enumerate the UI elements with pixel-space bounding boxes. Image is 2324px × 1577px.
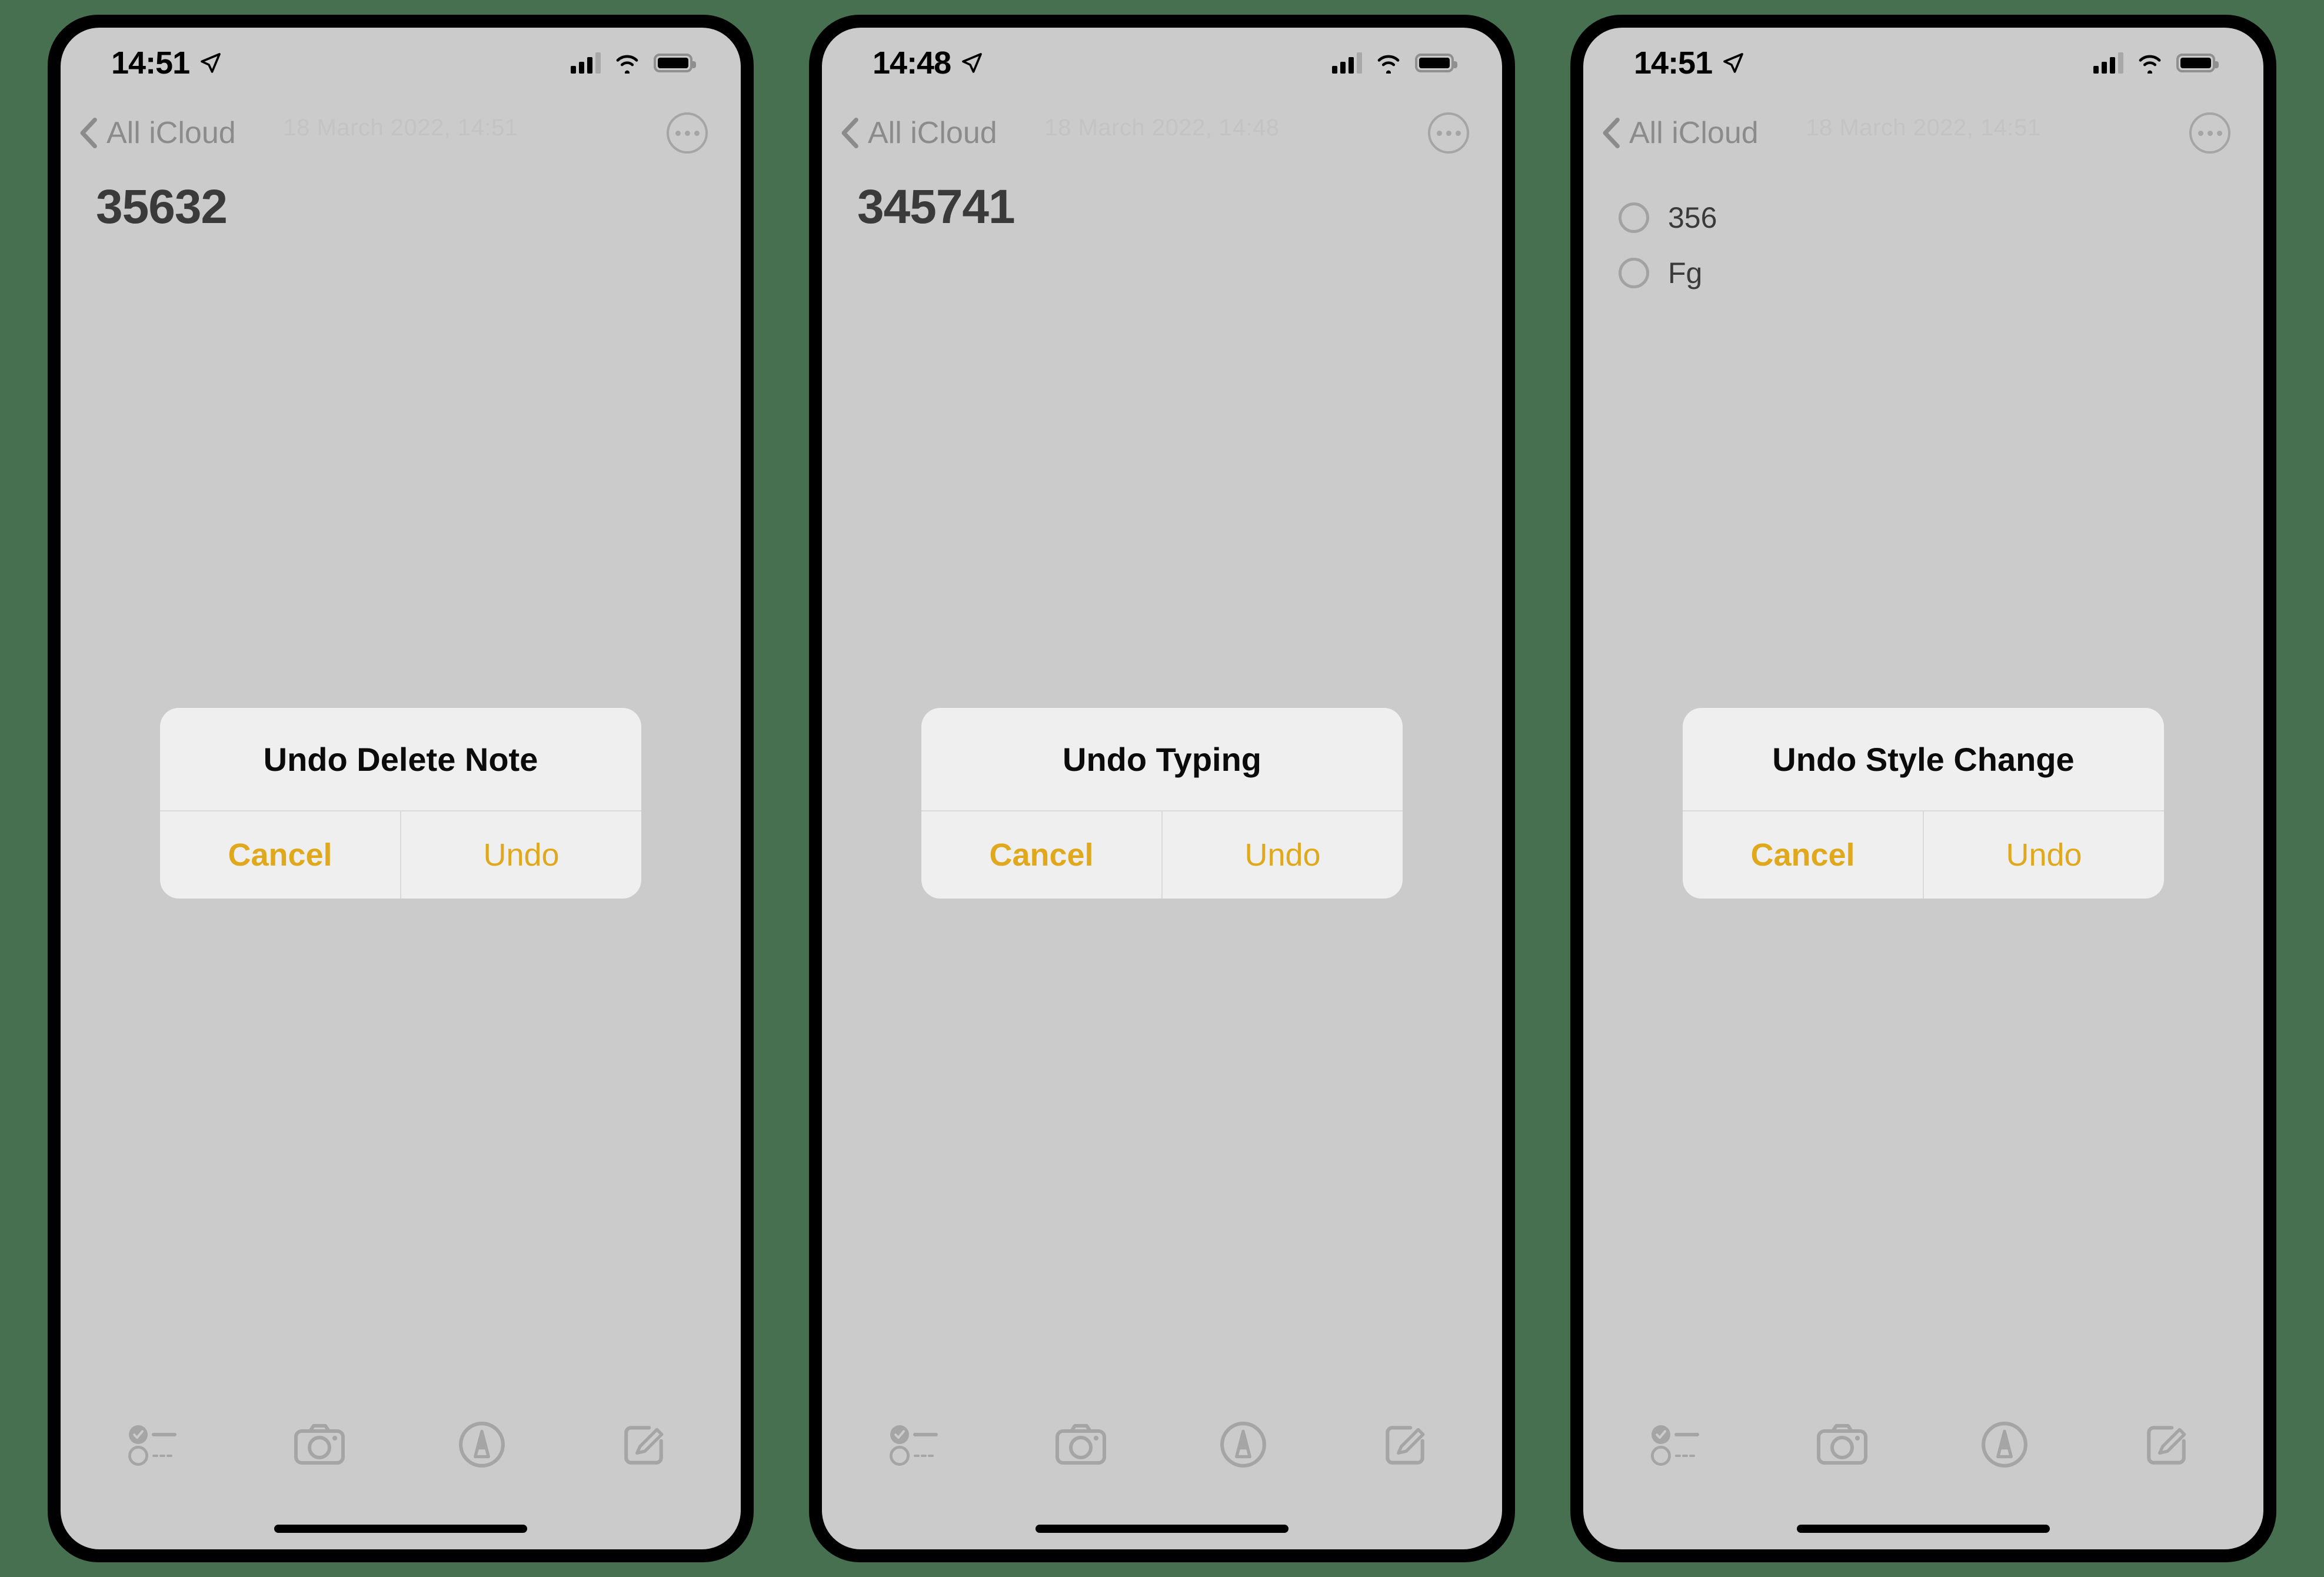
undo-dialog-actions: Cancel Undo <box>921 811 1403 899</box>
undo-dialog: Undo Typing Cancel Undo <box>921 708 1403 899</box>
compose-icon[interactable] <box>1361 1409 1450 1480</box>
phone-screen-1: 14:51 18 March 2022, 14:51 All iCloud 35… <box>61 28 741 1549</box>
home-indicator <box>1797 1525 2050 1533</box>
phone-frame-3: 14:51 18 March 2022, 14:51 All iCloud 35… <box>1570 15 2276 1562</box>
camera-icon[interactable] <box>275 1409 364 1480</box>
checklist-icon[interactable] <box>113 1409 201 1480</box>
undo-dialog-title: Undo Typing <box>1063 740 1261 778</box>
undo-dialog-title: Undo Delete Note <box>263 740 538 778</box>
undo-button[interactable]: Undo <box>1923 811 2164 899</box>
undo-button[interactable]: Undo <box>400 811 641 899</box>
cancel-button[interactable]: Cancel <box>921 811 1161 899</box>
undo-dialog-layer: Undo Delete Note Cancel Undo <box>61 28 741 1549</box>
phone-frame-2: 14:48 18 March 2022, 14:48 All iCloud 34… <box>809 15 1515 1562</box>
undo-dialog-header: Undo Typing <box>921 708 1403 811</box>
checklist-icon[interactable] <box>874 1409 963 1480</box>
camera-icon[interactable] <box>1037 1409 1125 1480</box>
markup-pen-icon[interactable] <box>1960 1409 2049 1480</box>
undo-dialog-layer: Undo Style Change Cancel Undo <box>1583 28 2263 1549</box>
undo-dialog-header: Undo Style Change <box>1683 708 2164 811</box>
undo-button[interactable]: Undo <box>1161 811 1403 899</box>
undo-dialog: Undo Delete Note Cancel Undo <box>160 708 641 899</box>
screenshot-stage: 14:51 18 March 2022, 14:51 All iCloud 35… <box>0 0 2324 1577</box>
cancel-button[interactable]: Cancel <box>160 811 400 899</box>
undo-dialog-actions: Cancel Undo <box>160 811 641 899</box>
compose-icon[interactable] <box>2123 1409 2211 1480</box>
cancel-button[interactable]: Cancel <box>1683 811 1923 899</box>
phone-screen-2: 14:48 18 March 2022, 14:48 All iCloud 34… <box>822 28 1502 1549</box>
bottom-toolbar <box>61 1403 741 1486</box>
home-indicator <box>274 1525 527 1533</box>
markup-pen-icon[interactable] <box>1199 1409 1287 1480</box>
bottom-toolbar <box>1583 1403 2263 1486</box>
camera-icon[interactable] <box>1798 1409 1886 1480</box>
markup-pen-icon[interactable] <box>438 1409 526 1480</box>
phone-screen-3: 14:51 18 March 2022, 14:51 All iCloud 35… <box>1583 28 2263 1549</box>
undo-dialog-layer: Undo Typing Cancel Undo <box>822 28 1502 1549</box>
undo-dialog-title: Undo Style Change <box>1772 740 2075 778</box>
bottom-toolbar <box>822 1403 1502 1486</box>
undo-dialog: Undo Style Change Cancel Undo <box>1683 708 2164 899</box>
compose-icon[interactable] <box>600 1409 688 1480</box>
phone-frame-1: 14:51 18 March 2022, 14:51 All iCloud 35… <box>48 15 754 1562</box>
home-indicator <box>1036 1525 1288 1533</box>
undo-dialog-actions: Cancel Undo <box>1683 811 2164 899</box>
checklist-icon[interactable] <box>1636 1409 1724 1480</box>
undo-dialog-header: Undo Delete Note <box>160 708 641 811</box>
